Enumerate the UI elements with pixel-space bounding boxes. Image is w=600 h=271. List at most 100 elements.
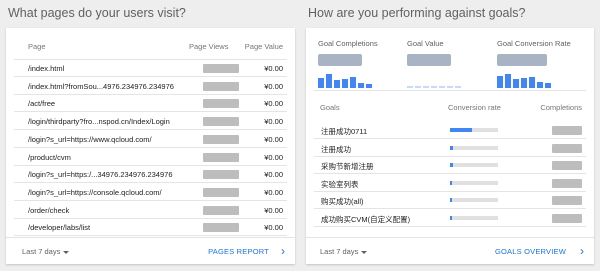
conversion-rate-bar <box>450 145 498 150</box>
chevron-right-icon[interactable]: › <box>281 244 285 258</box>
caret-down-icon <box>63 250 70 254</box>
page-views-value <box>203 187 239 197</box>
conversion-rate-bar <box>450 128 498 132</box>
page-views-value <box>203 134 239 144</box>
table-row[interactable]: /login/thirdparty?fro...nspod.cn/Index/L… <box>14 113 287 131</box>
page-value: ¥0.00 <box>264 99 283 109</box>
page-path[interactable]: /developer/labs/list <box>28 223 90 232</box>
goal-name[interactable]: 购买成功(all) <box>321 196 364 207</box>
goal-conversion-rate-value <box>497 54 547 66</box>
table-row[interactable]: /index.html?fromSou...4976.234976.234976… <box>14 78 287 95</box>
caret-down-icon <box>361 250 368 254</box>
conversion-rate-fill <box>450 215 453 220</box>
goal-name[interactable]: 实验室列表 <box>321 179 359 190</box>
page-views-value <box>203 81 239 91</box>
table-row[interactable]: /index.html ¥0.00 <box>14 60 287 77</box>
pages-footer: Last 7 days PAGES REPORT › <box>6 237 295 264</box>
page-views-value <box>203 223 239 233</box>
table-row[interactable]: /login?s_url=https://www.qcloud.com/ ¥0.0… <box>14 131 287 148</box>
goal-conversion-rate-label: Goal Conversion Rate <box>497 39 571 48</box>
table-row[interactable]: /act/free ¥0.00 <box>14 95 287 113</box>
table-row[interactable]: /order/check ¥0.00 <box>14 202 287 219</box>
metrics-divider <box>314 90 586 91</box>
page-value: ¥0.00 <box>264 117 283 127</box>
pages-section-title: What pages do your users visit? <box>8 6 186 20</box>
page-path[interactable]: /order/check <box>28 206 69 215</box>
pages-report-link[interactable]: PAGES REPORT <box>208 247 269 256</box>
goal-value-value <box>407 54 451 66</box>
page-value: ¥0.00 <box>264 134 283 144</box>
page-value: ¥0.00 <box>264 223 283 233</box>
pages-date-range[interactable]: Last 7 days <box>22 247 70 256</box>
conversion-rate-bar <box>450 163 498 167</box>
page-path[interactable]: /login?s_url=https://www.qcloud.com/ <box>28 135 152 144</box>
page-value: ¥0.00 <box>264 64 283 73</box>
pages-card: Page Page Views Page Value /index.html ¥0… <box>6 28 295 264</box>
page-views-value <box>203 205 239 215</box>
page-value: ¥0.00 <box>264 187 283 197</box>
page-value-column-header: Page Value <box>244 42 283 51</box>
goal-row[interactable]: 成功购买CVM(自定义配置) <box>314 210 586 227</box>
conversion-rate-bar <box>450 215 498 220</box>
goal-completions-sparkline <box>318 74 390 88</box>
goals-footer: Last 7 days GOALS OVERVIEW › <box>306 237 594 264</box>
goals-section-title: How are you performing against goals? <box>308 6 526 20</box>
goals-card: Goal Completions Goal Value Goal Convers… <box>306 28 594 264</box>
goals-column-header: Goals <box>320 103 340 112</box>
conversion-rate-bar <box>450 180 498 185</box>
goals-overview-link[interactable]: GOALS OVERVIEW <box>495 247 566 256</box>
page-value: ¥0.00 <box>264 152 283 162</box>
page-views-column-header: Page Views <box>189 42 229 51</box>
goal-row[interactable]: 注册成功 <box>314 140 586 157</box>
completions-column-header: Completions <box>540 103 582 112</box>
completions-value <box>552 196 582 205</box>
table-row[interactable]: /login?s_url=https://console.qcloud.com/… <box>14 184 287 201</box>
page-views-value <box>203 170 239 180</box>
page-path[interactable]: /index.html?fromSou...4976.234976.234976 <box>28 82 174 91</box>
goal-name[interactable]: 成功购买CVM(自定义配置) <box>321 214 410 225</box>
goal-name[interactable]: 采购节新增注册 <box>321 161 374 172</box>
page-path[interactable]: /login?s_url=https:/...34976.234976.2349… <box>28 170 173 179</box>
completions-value <box>552 178 582 188</box>
conversion-rate-fill <box>450 163 453 167</box>
page-views-value <box>203 117 239 127</box>
completions-value <box>552 126 582 135</box>
goal-name[interactable]: 注册成功 <box>321 144 351 155</box>
goals-date-range[interactable]: Last 7 days <box>320 247 368 256</box>
conversion-rate-fill <box>450 198 453 202</box>
conversion-rate-bar <box>450 198 498 202</box>
page-value: ¥0.00 <box>264 81 283 91</box>
conversion-rate-fill <box>450 145 453 150</box>
goal-completions-label: Goal Completions <box>318 39 378 48</box>
page-views-value <box>203 64 239 73</box>
goal-value-sparkline <box>407 74 479 88</box>
page-path[interactable]: /login?s_url=https://console.qcloud.com/ <box>28 188 162 197</box>
page-path[interactable]: /login/thirdparty?fro...nspod.cn/Index/L… <box>28 117 170 126</box>
table-row[interactable]: /product/cvm ¥0.00 <box>14 149 287 166</box>
conversion-rate-column-header: Conversion rate <box>448 103 501 112</box>
page-value: ¥0.00 <box>264 170 283 180</box>
goal-row[interactable]: 实验室列表 <box>314 175 586 192</box>
goal-row[interactable]: 采购节新增注册 <box>314 157 586 174</box>
goal-value-label: Goal Value <box>407 39 444 48</box>
page-value: ¥0.00 <box>264 205 283 215</box>
table-row[interactable]: /developer/labs/list ¥0.00 <box>14 219 287 237</box>
page-views-value <box>203 152 239 162</box>
page-column-header: Page <box>28 42 46 51</box>
goal-row[interactable]: 购买成功(all) <box>314 192 586 209</box>
goal-conversion-sparkline <box>497 74 569 88</box>
goal-completions-value <box>318 54 362 66</box>
table-row[interactable]: /login?s_url=https:/...34976.234976.2349… <box>14 166 287 184</box>
page-path[interactable]: /product/cvm <box>28 153 71 162</box>
completions-value <box>552 213 582 223</box>
conversion-rate-fill <box>450 128 472 132</box>
page-path[interactable]: /act/free <box>28 99 55 108</box>
goal-name[interactable]: 注册成功0711 <box>321 126 367 137</box>
conversion-rate-fill <box>450 180 453 185</box>
page-views-value <box>203 99 239 109</box>
completions-value <box>552 161 582 170</box>
completions-value <box>552 143 582 153</box>
page-path[interactable]: /index.html <box>28 64 64 73</box>
goal-row[interactable]: 注册成功0711 <box>314 122 586 139</box>
chevron-right-icon[interactable]: › <box>580 244 584 258</box>
